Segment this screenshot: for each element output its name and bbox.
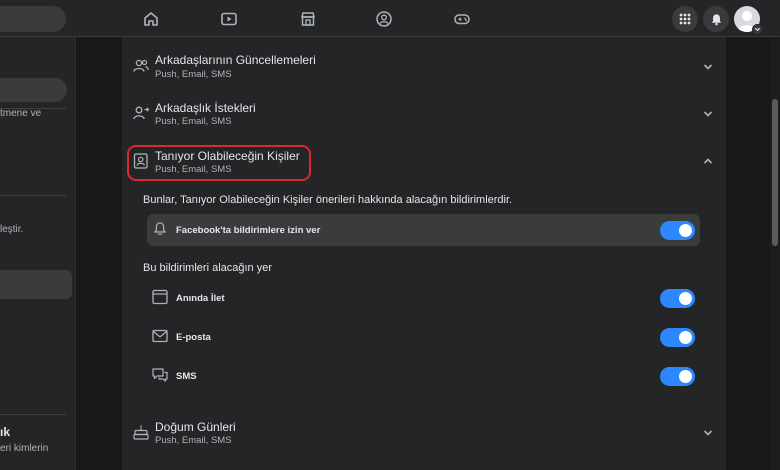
video-icon[interactable] [218,8,240,30]
chevron-down-icon[interactable] [702,108,714,120]
browser-window-icon [152,289,168,305]
section-description: Bunlar, Tanıyor Olabileceğin Kişiler öne… [143,194,513,206]
settings-sidebar: tmene ve leştir. ık eri kimlerin [0,37,76,470]
email-toggle[interactable] [660,328,695,347]
search-field[interactable] [0,6,66,32]
channels-heading: Bu bildirimleri alacağın yer [143,262,272,274]
envelope-icon [152,329,168,343]
highlight-annotation [127,145,311,181]
bell-icon [153,222,167,235]
page-scrollbar-thumb[interactable] [772,99,778,246]
birthday-cake-icon [133,425,149,440]
friend-request-icon [133,106,150,120]
setting-row-title: Arkadaşlık İstekleri [155,101,256,115]
menu-grid-icon[interactable] [672,6,698,32]
toggle-knob [679,224,692,237]
account-chevron-down-icon[interactable] [752,24,763,35]
chevron-down-icon[interactable] [702,61,714,73]
toggle-knob [679,370,692,383]
sidebar-divider [0,414,66,415]
channel-label-sms: SMS [176,371,197,382]
chat-bubbles-icon [152,368,168,382]
setting-row-title: Doğum Günleri [155,420,236,434]
chevron-up-icon[interactable] [702,155,714,167]
sidebar-divider [0,195,66,196]
groups-icon[interactable] [373,8,395,30]
sidebar-heading: ık [0,425,11,439]
sidebar-item-active[interactable] [0,270,72,299]
setting-row-title: Arkadaşlarının Güncellemeleri [155,53,316,67]
gaming-icon[interactable] [451,8,473,30]
friends-icon [133,59,149,72]
sidebar-text: eri kimlerin [0,443,49,454]
marketplace-icon[interactable] [297,8,319,30]
channel-label-email: E-posta [176,332,211,343]
sidebar-text: leştir. [0,224,24,235]
sidebar-text: tmene ve [0,108,42,119]
toggle-knob [679,292,692,305]
notifications-bell-icon[interactable] [703,6,729,32]
allow-notifications-label: Facebook'ta bildirimlere izin ver [176,225,321,236]
sms-toggle[interactable] [660,367,695,386]
allow-notifications-toggle[interactable] [660,221,695,240]
setting-row-subtitle: Push, Email, SMS [155,69,232,80]
chevron-down-icon[interactable] [702,427,714,439]
push-toggle[interactable] [660,289,695,308]
channel-label-push: Anında İlet [176,293,225,304]
toggle-knob [679,331,692,344]
top-navigation-bar [0,0,780,37]
setting-row-subtitle: Push, Email, SMS [155,116,232,127]
home-icon[interactable] [140,8,162,30]
setting-row-subtitle: Push, Email, SMS [155,435,232,446]
notification-settings-panel: Arkadaşlarının Güncellemeleri Push, Emai… [122,37,726,470]
sidebar-search-input[interactable] [0,78,67,102]
